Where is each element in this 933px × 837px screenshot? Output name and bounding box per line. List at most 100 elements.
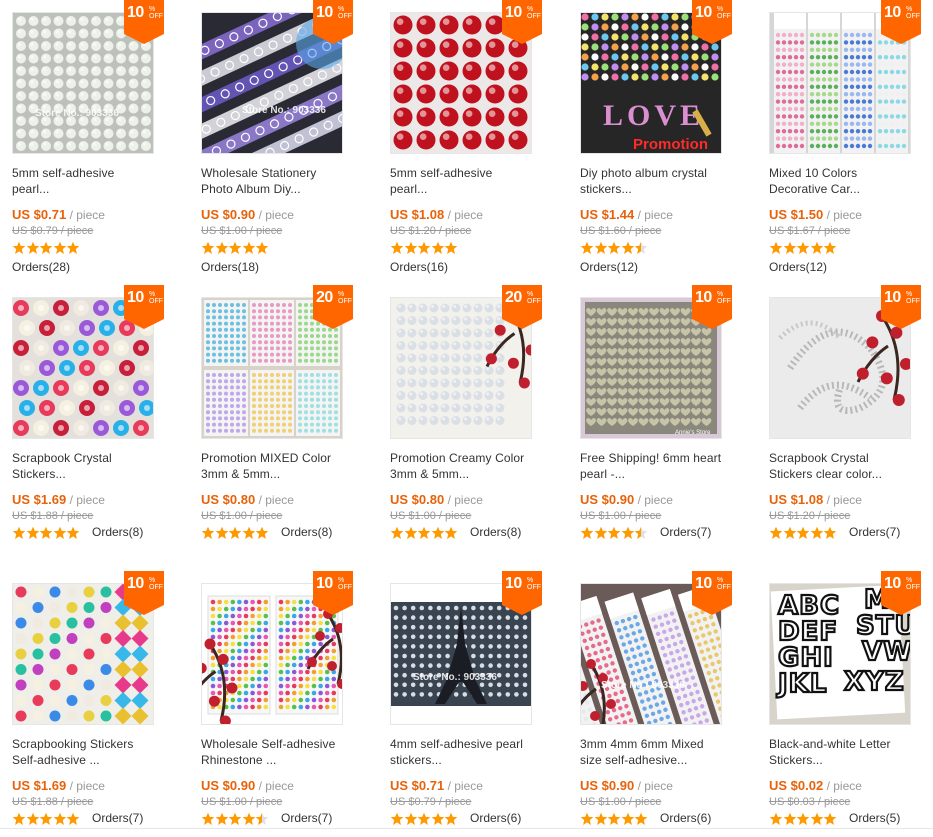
price: US $0.80 / piece [201, 492, 294, 507]
product-title[interactable]: Free Shipping! 6mm heart pearl -... [580, 450, 730, 482]
orders-count[interactable]: Orders(7) [281, 811, 332, 825]
star-icon [53, 241, 66, 255]
orders-count[interactable]: Orders(7) [849, 525, 900, 539]
orders-count[interactable]: Orders(8) [281, 525, 332, 539]
product-card[interactable]: Annie's Store 10% OFF Free Shipping! 6mm he… [580, 285, 745, 567]
product-title[interactable]: 5mm self-adhesive pearl... [12, 165, 162, 197]
price-value: 1.44 [608, 207, 635, 222]
star-icon [580, 241, 594, 255]
orders-count[interactable]: Orders(18) [201, 260, 259, 274]
orders-count[interactable]: Orders(5) [849, 811, 900, 825]
discount-badge[interactable]: 10% OFF [692, 285, 732, 329]
orders-count[interactable]: Orders(6) [660, 811, 711, 825]
star-icon [404, 526, 417, 540]
product-title[interactable]: 5mm self-adhesive pearl... [390, 165, 540, 197]
star-icon [769, 241, 783, 255]
product-card[interactable]: Store No.: 903336 10% OFF 3mm 4mm 6mm Mixed… [580, 571, 745, 837]
discount-badge[interactable]: 10% OFF [124, 0, 164, 44]
price-prefix: US $ [769, 778, 798, 793]
orders-count[interactable]: Orders(16) [390, 260, 448, 274]
svg-text:Store No.: 903336: Store No.: 903336 [35, 108, 119, 119]
star-icon [12, 526, 26, 540]
product-card[interactable]: Store No.: 903336 10% OFF Wholesale Station… [201, 0, 366, 282]
product-title[interactable]: 4mm self-adhesive pearl stickers... [390, 736, 540, 768]
star-icon [783, 812, 796, 826]
star-icon [769, 812, 783, 826]
product-card[interactable]: 10% OFF Scrapbook Crystal Stickers... US $1.… [12, 285, 177, 567]
orders-count[interactable]: Orders(12) [769, 260, 827, 274]
price-unit-text: / piece [637, 208, 673, 222]
product-title[interactable]: Wholesale Stationery Photo Album Diy... [201, 165, 351, 197]
star-rating [580, 241, 648, 255]
product-title[interactable]: Diy photo album crystal stickers... [580, 165, 730, 197]
product-title-line1: Wholesale Stationery [201, 166, 317, 180]
product-title[interactable]: Promotion Creamy Color 3mm & 5mm... [390, 450, 540, 482]
product-title[interactable]: Scrapbooking Stickers Self-adhesive ... [12, 736, 162, 768]
star-icon [431, 526, 444, 540]
star-icon [634, 241, 648, 255]
off-text: OFF [338, 584, 352, 591]
original-price: US $1.00 / piece [201, 510, 283, 522]
discount-badge[interactable]: 10% OFF [881, 0, 921, 44]
product-card[interactable]: 10% OFF Wholesale Self-adhesive Rhinestone … [201, 571, 366, 837]
discount-off-label: % OFF [906, 291, 920, 305]
product-title[interactable]: Scrapbook Crystal Stickers clear color... [769, 450, 919, 482]
product-title[interactable]: Wholesale Self-adhesive Rhinestone ... [201, 736, 351, 768]
discount-badge[interactable]: 10% OFF [692, 571, 732, 615]
product-card[interactable]: Store No.: 903336 10% OFF 4mm self-adhesive… [390, 571, 555, 837]
discount-value: 10 [695, 4, 712, 21]
percent-sign: % [717, 577, 724, 584]
star-icon [621, 241, 634, 255]
product-title[interactable]: 3mm 4mm 6mm Mixed size self-adhesive... [580, 736, 730, 768]
orders-count[interactable]: Orders(12) [580, 260, 638, 274]
star-icon [228, 812, 242, 826]
product-title[interactable]: Promotion MIXED Color 3mm & 5mm... [201, 450, 351, 482]
discount-badge[interactable]: 10% OFF [124, 571, 164, 615]
product-title-line2: Stickers... [769, 753, 823, 767]
off-text: OFF [906, 298, 920, 305]
product-title[interactable]: Black-and-white Letter Stickers... [769, 736, 919, 768]
discount-badge[interactable]: 10% OFF [502, 571, 542, 615]
star-icon [242, 526, 255, 540]
product-title-line2: 3mm & 5mm... [201, 467, 281, 481]
star-rating [769, 526, 837, 540]
discount-badge[interactable]: 10% OFF [502, 0, 542, 44]
discount-badge[interactable]: 10% OFF [692, 0, 732, 44]
product-card[interactable]: LOVE Promotion 10% OFF Diy photo album cryst… [580, 0, 745, 282]
product-title-line1: Black-and-white Letter [769, 737, 891, 751]
orders-count[interactable]: Orders(8) [470, 525, 521, 539]
discount-badge[interactable]: 10% OFF [313, 571, 353, 615]
star-icon [621, 526, 634, 540]
discount-badge[interactable]: 10% OFF [881, 571, 921, 615]
discount-badge[interactable]: 20% OFF [502, 285, 542, 329]
product-card[interactable]: 20% OFF Promotion Creamy Color 3mm & 5mm...… [390, 285, 555, 567]
star-icon [404, 812, 417, 826]
discount-badge[interactable]: 10% OFF [881, 285, 921, 329]
product-card[interactable]: 20% OFF Promotion MIXED Color 3mm & 5mm... U… [201, 285, 366, 567]
price: US $1.44 / piece [580, 207, 673, 222]
discount-off-label: % OFF [149, 6, 163, 20]
discount-badge[interactable]: 20% OFF [313, 285, 353, 329]
product-card[interactable]: 10% OFF Scrapbooking Stickers Self-adhesive… [12, 571, 177, 837]
orders-count[interactable]: Orders(28) [12, 260, 70, 274]
product-card[interactable]: 10% OFF 5mm self-adhesive pearl... US $1.08 … [390, 0, 555, 282]
off-text: OFF [717, 13, 731, 20]
product-title[interactable]: Mixed 10 Colors Decorative Car... [769, 165, 919, 197]
price-unit-text: / piece [826, 208, 862, 222]
product-title[interactable]: Scrapbook Crystal Stickers... [12, 450, 162, 482]
product-card[interactable]: ABCMNDEFSTUGHIVWJKLXYZ10%OFFBlack-and-wh… [769, 571, 933, 837]
discount-off-label: % OFF [906, 6, 920, 20]
product-card[interactable]: 10% OFF Mixed 10 Colors Decorative Car... US… [769, 0, 933, 282]
discount-off-label: % OFF [149, 577, 163, 591]
star-icon [66, 526, 80, 540]
off-text: OFF [338, 13, 352, 20]
svg-text:VW: VW [862, 637, 910, 667]
orders-count[interactable]: Orders(7) [660, 525, 711, 539]
product-card[interactable]: 10% OFF Scrapbook Crystal Stickers clear co… [769, 285, 933, 567]
discount-badge[interactable]: 10% OFF [313, 0, 353, 44]
discount-badge[interactable]: 10% OFF [124, 285, 164, 329]
orders-count[interactable]: Orders(7) [92, 811, 143, 825]
product-card[interactable]: Store No.: 903336 10% OFF 5mm self-adhesive… [12, 0, 177, 282]
orders-count[interactable]: Orders(6) [470, 811, 521, 825]
orders-count[interactable]: Orders(8) [92, 525, 143, 539]
